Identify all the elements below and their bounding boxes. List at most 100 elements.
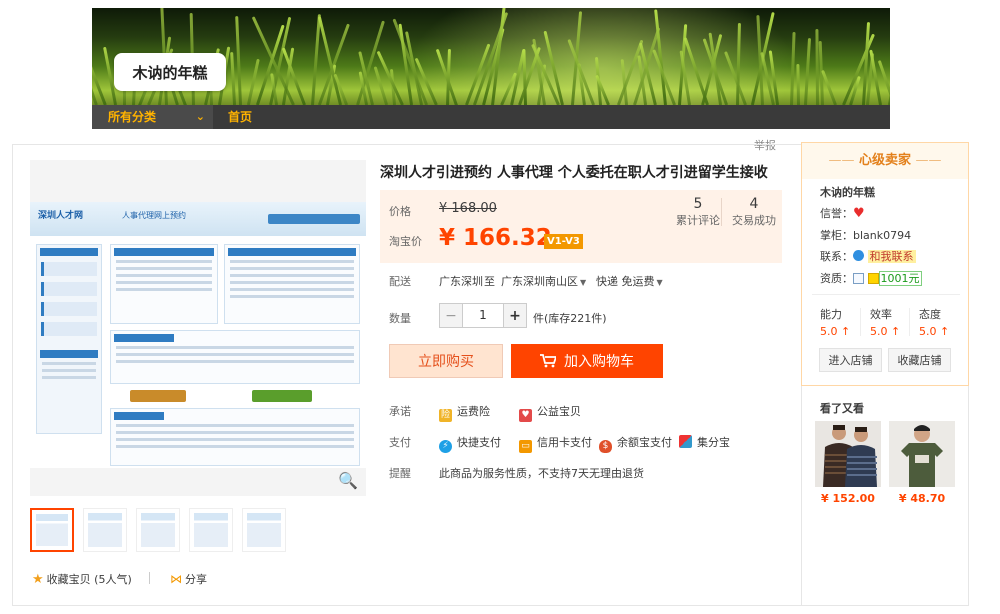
money-bag-icon: $ xyxy=(599,440,612,453)
recommend-item-price[interactable]: ¥ 48.70 xyxy=(889,492,955,505)
divider xyxy=(149,572,150,584)
yuebao-item[interactable]: $ 余额宝支付 xyxy=(599,434,672,453)
jifenbao-label: 集分宝 xyxy=(697,436,730,449)
all-categories-label: 所有分类 xyxy=(108,110,157,124)
quick-pay-label: 快捷支付 xyxy=(457,436,501,449)
delivery-label: 配送 xyxy=(389,275,411,288)
recommendation-card: 看了又看 ¥ 152.00 ¥ 48.70 xyxy=(801,386,969,606)
shopping-cart-icon xyxy=(540,354,556,368)
delivery-to-word: 至 xyxy=(484,275,495,288)
add-to-cart-button[interactable]: 加入购物车 xyxy=(511,344,663,378)
quantity-decrease-button[interactable]: − xyxy=(440,304,462,327)
credit-card-icon: ▭ xyxy=(519,440,532,453)
favorite-shop-button[interactable]: 收藏店铺 xyxy=(888,348,951,372)
thumbnail-4[interactable] xyxy=(189,508,233,552)
seller-info-card: —— 心级卖家 —— 木讷的年糕 信誉：♥ 掌柜：blank0794 联系： 和… xyxy=(801,142,969,386)
share-label: 分享 xyxy=(185,573,207,586)
freight-insurance-label: 运费险 xyxy=(457,405,490,418)
notice-label: 提醒 xyxy=(389,467,411,480)
sweater-product-image xyxy=(815,421,881,487)
delivery-destination-select[interactable]: 广东深圳南山区 ▼ xyxy=(501,273,586,289)
thumbnail-3[interactable] xyxy=(136,508,180,552)
grass-blade xyxy=(229,52,236,105)
share-button[interactable]: ⋈ 分享 xyxy=(170,571,207,587)
heart-icon: ♥ xyxy=(853,206,865,221)
thumbnail-1[interactable] xyxy=(30,508,74,552)
favorite-item-button[interactable]: ★ 收藏宝贝 (5人气) xyxy=(32,571,132,587)
jifenbao-icon xyxy=(679,435,692,448)
charity-item[interactable]: ♥ 公益宝贝 xyxy=(519,403,581,422)
star-icon: ★ xyxy=(32,571,44,587)
review-count-label: 累计评论 xyxy=(676,214,720,227)
keeper-name[interactable]: blank0794 xyxy=(853,229,911,242)
notice-text: 此商品为服务性质，不支持7天无理由退货 xyxy=(439,467,644,480)
deposit-icon xyxy=(867,273,879,284)
deals-count-label: 交易成功 xyxy=(732,214,776,227)
shipping-method-select[interactable]: 快递 免运费 ▼ xyxy=(596,273,663,289)
heart-icon: ♥ xyxy=(519,409,532,422)
quantity-label: 数量 xyxy=(389,312,411,325)
quantity-increase-button[interactable]: + xyxy=(504,304,526,327)
score-ability: 能力 5.0 ↑ xyxy=(820,308,851,338)
grass-blade xyxy=(310,14,321,105)
sale-price: ¥ 166.32 xyxy=(439,225,552,251)
quick-pay-item[interactable]: ⚡ 快捷支付 xyxy=(439,434,501,453)
caret-down-icon: ▼ xyxy=(580,278,587,287)
divider xyxy=(909,308,910,336)
deals-count: 4 xyxy=(749,196,759,212)
buy-now-button[interactable]: 立即购买 xyxy=(389,344,503,378)
nav-home-link[interactable]: 首页 xyxy=(228,105,252,129)
seller-shop-name[interactable]: 木讷的年糕 xyxy=(820,184,875,200)
grass-blade xyxy=(234,16,242,105)
freight-insurance-item[interactable]: 险运费险 xyxy=(439,403,490,422)
add-to-cart-label: 加入购物车 xyxy=(564,354,634,370)
divider xyxy=(812,294,960,295)
all-categories-menu[interactable]: 所有分类 ⌄ xyxy=(92,105,213,129)
shop-nav-bar: 所有分类 ⌄ 首页 xyxy=(92,105,890,129)
product-title: 深圳人才引进预约 人事代理 个人委托在职人才引进留学生接收 xyxy=(380,165,768,181)
shipping-method: 快递 免运费 xyxy=(596,275,655,288)
contact-seller-button[interactable]: 和我联系 xyxy=(867,250,916,263)
delivery-from: 广东深圳 xyxy=(439,275,483,288)
price-label: 价格 xyxy=(389,205,411,218)
score-efficiency: 效率 5.0 ↑ xyxy=(870,308,901,338)
recommend-item-image[interactable] xyxy=(889,421,955,487)
reputation-row: 信誉：♥ xyxy=(820,206,865,221)
recommend-item-image[interactable] xyxy=(815,421,881,487)
contact-row: 联系： 和我联系 xyxy=(820,250,916,263)
credit-card-item[interactable]: ▭ 信用卡支付 xyxy=(519,434,592,453)
deals-count-stat: 4 交易成功 xyxy=(732,196,776,228)
grass-blade xyxy=(796,64,800,105)
review-count: 5 xyxy=(693,196,703,212)
stock-info: 件(库存221件) xyxy=(533,312,607,325)
deposit-amount[interactable]: 1001元 xyxy=(878,271,922,286)
credit-card-label: 信用卡支付 xyxy=(537,436,592,449)
promise-label: 承诺 xyxy=(389,405,411,418)
vip-price-badge[interactable]: V1-V3 xyxy=(544,234,583,249)
id-verified-icon[interactable] xyxy=(853,273,864,284)
product-main-image[interactable]: 深圳人才网 人事代理网上预约 🔍 xyxy=(30,160,366,496)
quantity-input[interactable]: 1 xyxy=(462,304,504,327)
jifenbao-item[interactable]: 集分宝 xyxy=(679,434,730,450)
shop-name-banner[interactable]: 木讷的年糕 xyxy=(114,53,226,91)
charity-label: 公益宝贝 xyxy=(537,405,581,418)
divider xyxy=(721,198,722,226)
payment-label: 支付 xyxy=(389,436,411,449)
recommend-item-price[interactable]: ¥ 152.00 xyxy=(815,492,881,505)
seller-level-heading: —— 心级卖家 —— xyxy=(828,153,942,168)
quick-pay-icon: ⚡ xyxy=(439,440,452,453)
score-attitude: 态度 5.0 ↑ xyxy=(919,308,950,338)
favorite-label: 收藏宝贝 (5人气) xyxy=(46,573,132,586)
caret-down-icon: ▼ xyxy=(656,278,663,287)
freight-insurance-icon: 险 xyxy=(439,409,452,422)
recommendation-title: 看了又看 xyxy=(820,402,864,415)
enter-shop-button[interactable]: 进入店铺 xyxy=(819,348,882,372)
original-price: ¥ 168.00 xyxy=(439,201,497,216)
product-screenshot-image: 深圳人才网 人事代理网上预约 xyxy=(30,202,366,468)
tshirt-product-image xyxy=(889,421,955,487)
zoom-icon[interactable]: 🔍 xyxy=(338,471,358,490)
thumbnail-2[interactable] xyxy=(83,508,127,552)
wangwang-icon xyxy=(853,250,864,261)
thumbnail-5[interactable] xyxy=(242,508,286,552)
review-count-stat[interactable]: 5 累计评论 xyxy=(676,196,720,228)
